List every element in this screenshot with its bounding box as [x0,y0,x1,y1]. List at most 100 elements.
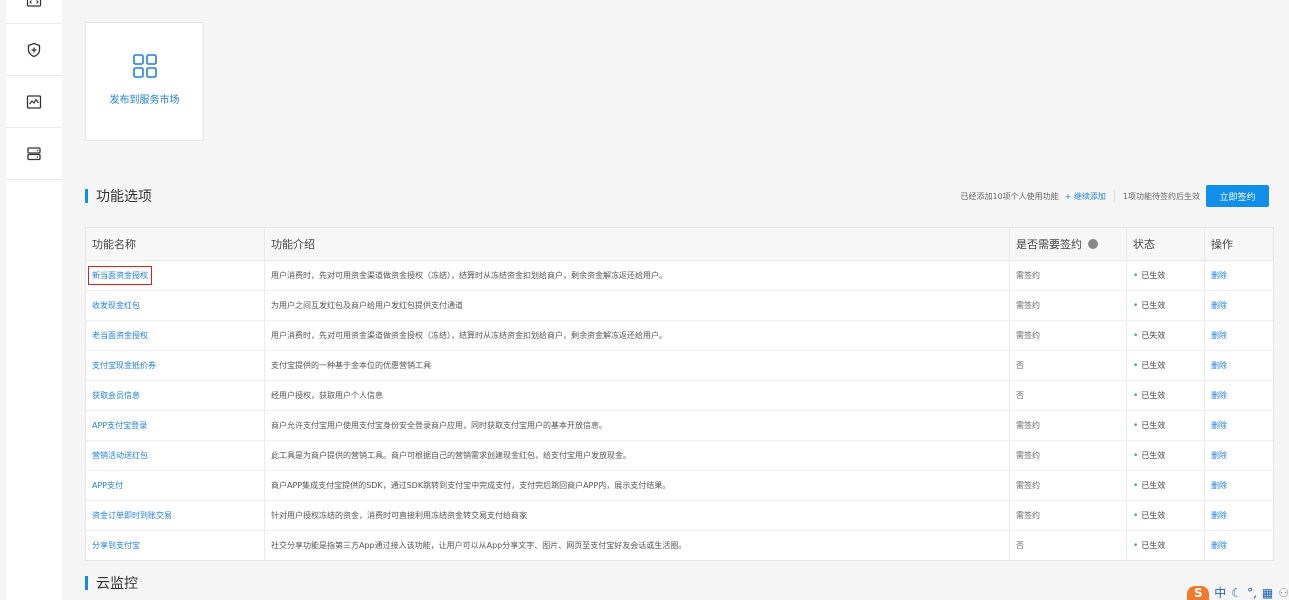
cell-status: • 已生效 [1127,471,1205,500]
help-icon[interactable] [1088,239,1098,249]
cell-status: • 已生效 [1127,531,1205,560]
feature-name-link[interactable]: 资金订单即时到账交易 [92,510,172,521]
delete-link[interactable]: 删除 [1211,480,1227,491]
table-row: 新当面资金授权 用户消费时，先对可用资金渠道做资金授权（冻结），结算时从冻结资金扣… [86,261,1273,291]
cell-action: 删除 [1205,261,1273,290]
feature-name-link[interactable]: 分享到支付宝 [92,540,140,551]
cell-status: • 已生效 [1127,501,1205,530]
table-header: 功能名称 功能介绍 是否需要签约 状态 操作 [86,228,1273,261]
cell-status: • 已生效 [1127,261,1205,290]
delete-link[interactable]: 删除 [1211,450,1227,461]
delete-link[interactable]: 删除 [1211,360,1227,371]
feature-name-link[interactable]: 新当面资金授权 [88,266,152,285]
ime-moon-icon: ☾ [1231,586,1243,600]
feature-name-link[interactable]: 营销活动送红包 [92,450,148,461]
sogou-logo: S [1187,586,1210,600]
header-status: 状态 [1127,228,1205,260]
cell-sign: 需签约 [1010,441,1127,470]
cell-sign: 需签约 [1010,261,1127,290]
header-action: 操作 [1211,238,1233,251]
sidebar-item-code[interactable] [6,0,62,24]
cell-action: 删除 [1205,381,1273,410]
table-row: APP支付宝登录 商户允许支付宝用户使用支付宝身份安全登录商户应用，同时获取支付宝… [86,411,1273,441]
sidebar-item-monitor[interactable] [6,76,62,128]
table-row: 分享到支付宝 社交分享功能是指第三方App通过接入该功能，让用户可以从App分享文… [86,531,1273,560]
status-text: 已生效 [1141,271,1166,280]
cell-status: • 已生效 [1127,381,1205,410]
status-dot: • [1133,330,1139,341]
cell-name: 收发现金红包 [86,291,265,320]
cell-sign: 需签约 [1010,471,1127,500]
feature-name-link[interactable]: APP支付 [92,480,123,491]
status-text: 已失效 [1141,331,1166,340]
feature-toolbar: 已经添加10项个人使用功能 + 继续添加 1项功能待签约后生效 立即签约 [960,185,1269,207]
cell-status: • 已生效 [1127,441,1205,470]
cell-desc: 商户APP集成支付宝提供的SDK，通过SDK跳转到支付宝中完成支付，支付完后跳回… [265,471,1010,500]
grid-icon [132,54,157,78]
publish-to-market-card[interactable]: 发布到服务市场 [85,22,204,141]
feature-name-link[interactable]: 获取会员信息 [92,390,140,401]
cell-name: APP支付 [86,471,265,500]
monitor-chart-icon [26,94,42,109]
table-row: 老当面资金授权 用户消费时，先对可用资金渠道做资金授权（冻结），结算时从冻结资金扣… [86,321,1273,351]
feature-name-link[interactable]: 收发现金红包 [92,300,140,311]
section-title-text: 功能选项 [96,189,152,205]
cell-status: • 已失效 [1127,321,1205,350]
delete-link[interactable]: 删除 [1211,330,1227,341]
section-bar [85,189,88,203]
table-row: 收发现金红包 为用户之间互发红包及商户给用户发红包提供支付通道 需签约 • 已生效 删除 [86,291,1273,321]
status-dot: • [1133,480,1139,491]
ime-keyboard-icon: ▦ [1261,586,1274,600]
cell-desc: 为用户之间互发红包及商户给用户发红包提供支付通道 [265,291,1010,320]
status-dot: • [1133,300,1139,311]
delete-link[interactable]: 删除 [1211,300,1227,311]
status-dot: • [1133,540,1139,551]
cell-action: 删除 [1205,501,1273,530]
cell-desc: 支付宝提供的一种基于金本位的优惠营销工具 [265,351,1010,380]
header-sign: 是否需要签约 [1010,228,1127,260]
ime-user-icon: ⚇ [1278,586,1289,600]
section-title-monitor: 云监控 [85,573,138,593]
sidebar-item-security[interactable] [6,24,62,76]
feature-name-link[interactable]: 支付宝现金抵价券 [92,360,156,371]
cell-desc: 用户消费时，先对可用资金渠道做资金授权（冻结），结算时从冻结资金扣划给商户，剩余… [265,321,1010,350]
cell-desc: 此工具是为商户提供的营销工具。商户可根据自己的营销需求创建现金红包，给支付宝用户… [265,441,1010,470]
status-dot: • [1133,450,1139,461]
cell-name: APP支付宝登录 [86,411,265,440]
server-icon [27,146,41,160]
status-text: 已生效 [1141,421,1166,430]
cell-sign: 否 [1010,531,1127,560]
delete-link[interactable]: 删除 [1211,270,1227,281]
cell-sign: 需签约 [1010,411,1127,440]
section-title-features: 功能选项 [85,186,152,206]
status-text: 已生效 [1141,541,1166,550]
section-title-text: 云监控 [96,576,138,592]
cell-desc: 用户消费时，先对可用资金渠道做资金授权（冻结），结算时从冻结资金扣划给商户，剩余… [265,261,1010,290]
ime-mode-text: 中 [1214,586,1227,600]
delete-link[interactable]: 删除 [1211,540,1227,551]
cell-action: 删除 [1205,441,1273,470]
status-text: 已生效 [1141,451,1166,460]
delete-link[interactable]: 删除 [1211,510,1227,521]
cell-desc: 社交分享功能是指第三方App通过接入该功能，让用户可以从App分享文字、图片、网… [265,531,1010,560]
sidebar-item-server[interactable] [6,128,62,180]
cell-action: 删除 [1205,531,1273,560]
cell-sign: 需签约 [1010,501,1127,530]
header-desc: 功能介绍 [265,228,1010,260]
shield-plus-icon [27,42,41,57]
cell-name: 获取会员信息 [86,381,265,410]
delete-link[interactable]: 删除 [1211,420,1227,431]
status-dot: • [1133,390,1139,401]
status-dot: • [1133,420,1139,431]
main-content: 发布到服务市场 功能选项 已经添加10项个人使用功能 + 继续添加 1项功能待签… [62,0,1289,600]
status-text: 已生效 [1141,481,1166,490]
cell-action: 删除 [1205,411,1273,440]
cell-sign: 否 [1010,351,1127,380]
cell-name: 支付宝现金抵价券 [86,351,265,380]
feature-name-link[interactable]: APP支付宝登录 [92,420,147,431]
sign-now-button[interactable]: 立即签约 [1206,185,1269,207]
delete-link[interactable]: 删除 [1211,390,1227,401]
add-more-link[interactable]: + 继续添加 [1065,191,1106,202]
ime-toolbar[interactable]: S 中 ☾ °, ▦ ⚇ [1187,586,1289,600]
feature-name-link[interactable]: 老当面资金授权 [92,330,148,341]
